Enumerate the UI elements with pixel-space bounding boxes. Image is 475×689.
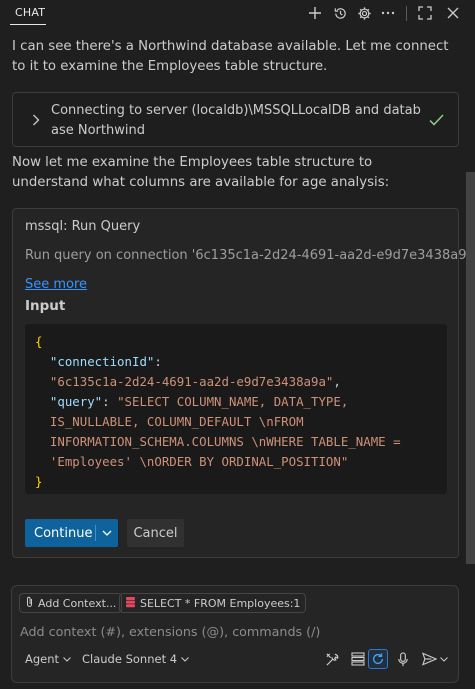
code-value-query-line1: "SELECT COLUMN_NAME, DATA_TYPE, bbox=[117, 394, 349, 409]
gear-icon[interactable] bbox=[355, 4, 373, 22]
see-more-link[interactable]: See more bbox=[25, 277, 87, 292]
continue-button-label: Continue bbox=[34, 525, 93, 541]
chat-header: CHAT bbox=[0, 0, 475, 27]
scrollbar-thumb[interactable] bbox=[466, 172, 475, 564]
add-context-label: Add Context... bbox=[38, 596, 117, 610]
code-close-brace: } bbox=[35, 474, 43, 489]
close-icon[interactable] bbox=[444, 4, 462, 22]
assistant-message-followup: Now let me examine the Employees table s… bbox=[12, 155, 390, 190]
tool-title: mssql: Run Query bbox=[25, 219, 141, 234]
paperclip-icon bbox=[25, 596, 34, 611]
mode-label: Agent bbox=[25, 652, 60, 666]
assistant-message-intro: I can see there's a Northwind database a… bbox=[12, 39, 449, 74]
tool-input-code: { "connectionId": "6c135c1a-2d24-4691-aa… bbox=[25, 324, 447, 494]
header-divider bbox=[406, 6, 407, 21]
chat-input[interactable]: Add context (#), extensions (@), command… bbox=[20, 624, 320, 639]
chat-title-tab[interactable]: CHAT bbox=[15, 6, 45, 19]
maximize-icon[interactable] bbox=[416, 4, 434, 22]
tab-underline bbox=[10, 24, 46, 25]
input-label: Input bbox=[25, 298, 66, 314]
composer-toolbar: Agent Claude Sonnet 4 bbox=[12, 648, 460, 672]
tools-icon[interactable] bbox=[322, 649, 342, 669]
code-open-brace: { bbox=[35, 334, 43, 349]
code-value-query-line4: 'Employees' \nORDER BY ORDINAL_POSITION" bbox=[49, 454, 349, 469]
code-key-connectionid: "connectionId" bbox=[49, 354, 155, 369]
connection-step[interactable]: Connecting to server (localdb)\MSSQLLoca… bbox=[12, 92, 459, 147]
context-chip[interactable]: SELECT * FROM Employees:1 bbox=[119, 593, 307, 613]
chevron-down-icon[interactable] bbox=[96, 530, 118, 536]
model-picker[interactable]: Claude Sonnet 4 bbox=[82, 652, 189, 666]
plus-icon[interactable] bbox=[306, 4, 324, 22]
cancel-button[interactable]: Cancel bbox=[127, 519, 184, 547]
add-context-button[interactable]: Add Context... bbox=[19, 593, 123, 613]
chevron-right-icon[interactable] bbox=[32, 111, 40, 130]
history-icon[interactable] bbox=[331, 4, 349, 22]
chat-composer: Add Context... SELECT * FROM Employees:1… bbox=[11, 585, 459, 683]
context-chip-label: SELECT * FROM Employees:1 bbox=[140, 596, 301, 610]
chat-transcript[interactable]: I can see there's a Northwind database a… bbox=[0, 27, 475, 580]
chevron-down-icon bbox=[181, 656, 189, 662]
refresh-icon[interactable] bbox=[368, 649, 388, 669]
more-icon[interactable] bbox=[379, 4, 397, 22]
connection-step-text: Connecting to server (localdb)\MSSQLLoca… bbox=[51, 103, 421, 138]
code-value-query-line2: IS_NULLABLE, COLUMN_DEFAULT \nFROM bbox=[49, 414, 304, 429]
continue-button[interactable]: Continue bbox=[25, 519, 118, 547]
database-icon bbox=[125, 596, 136, 611]
microphone-icon[interactable] bbox=[393, 649, 413, 669]
send-icon[interactable] bbox=[419, 649, 439, 669]
code-key-query: "query" bbox=[49, 394, 103, 409]
chevron-down-icon[interactable] bbox=[438, 649, 450, 669]
check-icon bbox=[429, 111, 444, 130]
chevron-down-icon bbox=[63, 656, 71, 662]
code-value-query-line3: INFORMATION_SCHEMA.COLUMNS \nWHERE TABLE… bbox=[49, 434, 401, 449]
database-tools-icon[interactable] bbox=[348, 649, 368, 669]
model-label: Claude Sonnet 4 bbox=[82, 652, 178, 666]
tool-message: Run query on connection '6c135c1a-2d24-4… bbox=[25, 248, 475, 263]
code-value-connectionid: "6c135c1a-2d24-4691-aa2d-e9d7e3438a9a" bbox=[49, 374, 334, 389]
tool-confirmation-card: mssql: Run Query Run query on connection… bbox=[12, 208, 475, 558]
mode-picker[interactable]: Agent bbox=[25, 652, 71, 666]
